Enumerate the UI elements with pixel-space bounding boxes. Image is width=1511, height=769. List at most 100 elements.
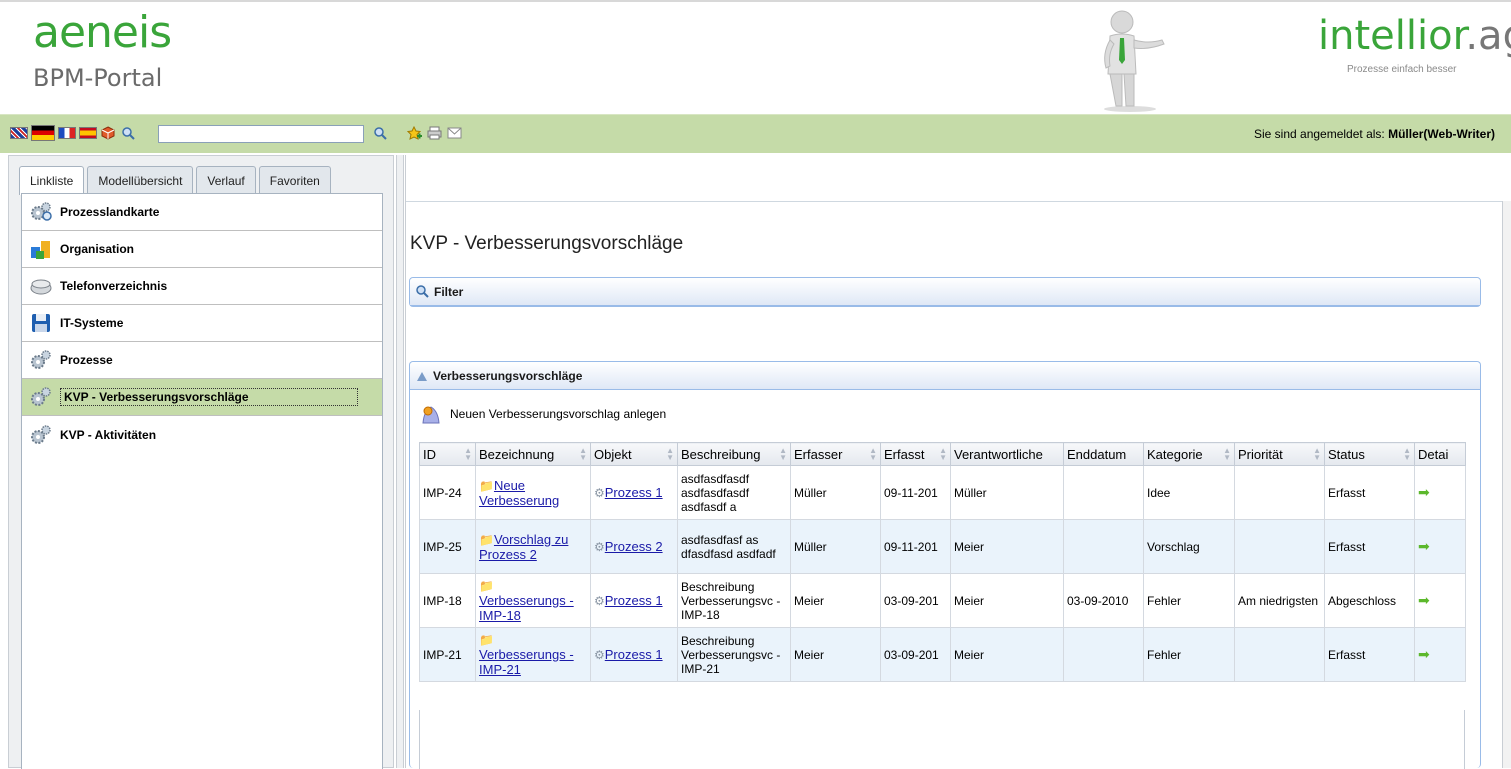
- nav-item-prozesse[interactable]: Prozesse: [22, 342, 382, 379]
- col-header-erfasst[interactable]: Erfasst ▲ ▼: [880, 442, 951, 466]
- add-favorite-icon[interactable]: [406, 125, 422, 141]
- tab-linkliste[interactable]: Linkliste: [19, 166, 85, 195]
- cell-erfasser: Müller: [790, 519, 881, 574]
- col-header-status[interactable]: Status ▲ ▼: [1324, 442, 1415, 466]
- table-empty-area: [419, 710, 1465, 769]
- cell-kategorie: Vorschlag: [1143, 519, 1235, 574]
- cell-status: Abgeschloss: [1324, 573, 1415, 628]
- table-row[interactable]: IMP-24 📁Neue Verbesserung ⚙Prozess 1 asd…: [419, 465, 1466, 520]
- cell-prioritaet: [1234, 465, 1325, 520]
- cell-erfasser: Meier: [790, 573, 881, 628]
- panel-header[interactable]: Verbesserungsvorschläge: [410, 362, 1480, 390]
- gears-icon: [28, 386, 54, 408]
- nav-item-prozesslandkarte[interactable]: Prozesslandkarte: [22, 194, 382, 231]
- search-submit-icon[interactable]: [372, 125, 388, 141]
- vertical-scrollbar[interactable]: [1502, 201, 1511, 768]
- col-header-kategorie[interactable]: Kategorie ▲ ▼: [1143, 442, 1235, 466]
- col-header-objekt[interactable]: Objekt ▲ ▼: [590, 442, 678, 466]
- nav-item-it-systeme[interactable]: IT-Systeme: [22, 305, 382, 342]
- nav-label: Telefonverzeichnis: [60, 279, 168, 293]
- filter-header[interactable]: Filter: [410, 278, 1480, 306]
- objekt-link[interactable]: Prozess 1: [605, 647, 663, 662]
- cell-beschreibung: Beschreibung Verbesserungsvc - IMP-18: [677, 573, 791, 628]
- cell-verantwortliche: Meier: [950, 627, 1064, 682]
- collapse-icon: [416, 370, 428, 382]
- cell-id: IMP-18: [419, 573, 476, 628]
- gears-icon: ⚙: [594, 594, 605, 608]
- cell-objekt: ⚙Prozess 1: [590, 627, 678, 682]
- arrow-right-icon[interactable]: ➡: [1418, 646, 1430, 662]
- col-header-enddatum[interactable]: Enddatum: [1063, 442, 1144, 466]
- suggestions-table: ID ▲ ▼ Bezeichnung ▲ ▼ Objekt ▲ ▼ Beschreibung…: [419, 442, 1466, 682]
- cube-icon[interactable]: [100, 125, 116, 141]
- cell-verantwortliche: Meier: [950, 573, 1064, 628]
- nav-item-telefonverzeichnis[interactable]: Telefonverzeichnis: [22, 268, 382, 305]
- col-header-verantwortliche[interactable]: Verantwortliche: [950, 442, 1064, 466]
- cell-beschreibung: asdfasdfasf as dfasdfasd asdfadf: [677, 519, 791, 574]
- arrow-right-icon[interactable]: ➡: [1418, 484, 1430, 500]
- tab-verlauf[interactable]: Verlauf: [196, 166, 256, 194]
- nav-label: KVP - Verbesserungsvorschläge: [60, 388, 358, 406]
- table-row[interactable]: IMP-21 📁 Verbesserungs - IMP-21 ⚙Prozess …: [419, 627, 1466, 682]
- col-header-erfasser[interactable]: Erfasser ▲ ▼: [790, 442, 881, 466]
- cell-id: IMP-21: [419, 627, 476, 682]
- search-icon[interactable]: [120, 125, 136, 141]
- nav-label: Prozesslandkarte: [60, 205, 160, 219]
- filter-label: Filter: [434, 284, 464, 299]
- cell-status: Erfasst: [1324, 519, 1415, 574]
- cell-bezeichnung: 📁 Verbesserungs - IMP-18: [475, 573, 591, 628]
- flag-es-icon[interactable]: [79, 127, 97, 139]
- presenter-figure-image: [1104, 10, 1165, 112]
- table-row[interactable]: IMP-25 📁Vorschlag zu Prozess 2 ⚙Prozess …: [419, 519, 1466, 574]
- toolbar: Sie sind angemeldet als: Müller(Web-Writ…: [0, 114, 1511, 153]
- mail-icon[interactable]: [446, 125, 462, 141]
- print-icon[interactable]: [426, 125, 442, 141]
- cell-detail: ➡: [1414, 573, 1466, 628]
- objekt-link[interactable]: Prozess 1: [605, 593, 663, 608]
- nav-label: IT-Systeme: [60, 316, 124, 330]
- cell-status: Erfasst: [1324, 627, 1415, 682]
- arrow-right-icon[interactable]: ➡: [1418, 538, 1430, 554]
- cell-prioritaet: [1234, 519, 1325, 574]
- gears-icon: [28, 424, 54, 446]
- nav-item-kvp-verbesserungsvorschlaege[interactable]: KVP - Verbesserungsvorschläge: [22, 379, 382, 416]
- flag-de-icon[interactable]: [31, 125, 55, 141]
- bpm-portal-subtitle: BPM-Portal: [33, 64, 163, 92]
- objekt-link[interactable]: Prozess 2: [605, 539, 663, 554]
- cell-enddatum: [1063, 465, 1144, 520]
- col-header-beschreibung[interactable]: Beschreibung ▲ ▼: [677, 442, 791, 466]
- cell-enddatum: [1063, 627, 1144, 682]
- objekt-link[interactable]: Prozess 1: [605, 485, 663, 500]
- cell-prioritaet: Am niedrigsten: [1234, 573, 1325, 628]
- cell-bezeichnung: 📁Vorschlag zu Prozess 2: [475, 519, 591, 574]
- tab-favoriten[interactable]: Favoriten: [258, 166, 331, 194]
- cell-kategorie: Idee: [1143, 465, 1235, 520]
- cell-objekt: ⚙Prozess 2: [590, 519, 678, 574]
- search-input[interactable]: [158, 125, 364, 143]
- login-status: Sie sind angemeldet als: Müller(Web-Writ…: [1254, 127, 1495, 141]
- table-row[interactable]: IMP-18 📁 Verbesserungs - IMP-18 ⚙Prozess …: [419, 573, 1466, 628]
- main-content: KVP - Verbesserungsvorschläge Filter Ver…: [405, 155, 1511, 769]
- col-header-bezeichnung[interactable]: Bezeichnung ▲ ▼: [475, 442, 591, 466]
- cell-erfasser: Müller: [790, 465, 881, 520]
- cell-detail: ➡: [1414, 627, 1466, 682]
- new-suggestion-button[interactable]: Neuen Verbesserungsvorschlag anlegen: [420, 403, 666, 425]
- nav-item-organisation[interactable]: Organisation: [22, 231, 382, 268]
- arrow-right-icon[interactable]: ➡: [1418, 592, 1430, 608]
- bezeichnung-link[interactable]: Verbesserungs - IMP-21: [479, 647, 574, 677]
- panel-splitter[interactable]: [396, 155, 404, 768]
- link-list: Prozesslandkarte Organisation Telefonver…: [21, 193, 383, 769]
- nav-item-kvp-aktivitaeten[interactable]: KVP - Aktivitäten: [22, 416, 382, 453]
- col-header-prioritaet[interactable]: Priorität ▲ ▼: [1234, 442, 1325, 466]
- cell-verantwortliche: Müller: [950, 465, 1064, 520]
- phone-icon: [28, 275, 54, 297]
- flag-uk-icon[interactable]: [10, 127, 28, 139]
- bezeichnung-link[interactable]: Verbesserungs - IMP-18: [479, 593, 574, 623]
- col-header-details[interactable]: Detai: [1414, 442, 1466, 466]
- col-header-id[interactable]: ID ▲ ▼: [419, 442, 476, 466]
- tab-modelluebersicht[interactable]: Modellübersicht: [87, 166, 194, 194]
- filter-panel: Filter: [409, 277, 1481, 307]
- gears-search-icon: [28, 201, 54, 223]
- flag-fr-icon[interactable]: [58, 127, 76, 139]
- verbesserungsvorschlaege-panel: Verbesserungsvorschläge Neuen Verbesseru…: [409, 361, 1481, 769]
